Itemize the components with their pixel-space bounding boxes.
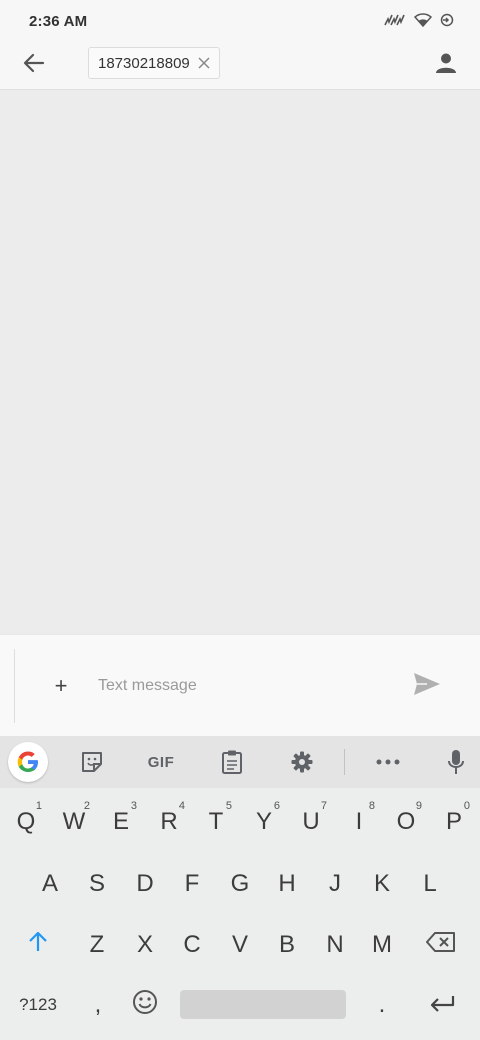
battery-saver-icon: [440, 13, 454, 32]
emoji-key[interactable]: [122, 980, 168, 1030]
key-d[interactable]: D: [121, 858, 169, 910]
key-f[interactable]: F: [168, 858, 216, 910]
key-p[interactable]: P0: [430, 796, 478, 848]
key-label: O: [396, 808, 416, 835]
key-l[interactable]: L: [406, 858, 454, 910]
key-s[interactable]: S: [73, 858, 121, 910]
key-hint: 8: [368, 800, 375, 812]
gif-button[interactable]: GIF: [138, 744, 184, 780]
key-u[interactable]: U7: [287, 796, 335, 848]
person-icon: [435, 52, 457, 79]
enter-icon: [429, 991, 455, 1019]
key-g[interactable]: G: [216, 858, 264, 910]
symbols-key[interactable]: ?123: [8, 980, 68, 1030]
key-label: P: [445, 808, 462, 835]
key-hint: 4: [178, 800, 185, 812]
key-hint: 5: [225, 800, 232, 812]
key-n[interactable]: N: [311, 919, 359, 971]
key-k[interactable]: K: [358, 858, 406, 910]
contact-button[interactable]: [426, 45, 466, 85]
key-z[interactable]: Z: [73, 919, 121, 971]
key-label: T: [208, 808, 224, 835]
key-r[interactable]: R4: [145, 796, 193, 848]
key-a[interactable]: A: [26, 858, 74, 910]
compose-bar: +: [0, 634, 480, 736]
message-list: [0, 91, 480, 634]
clipboard-icon[interactable]: [212, 744, 252, 780]
key-label: Y: [255, 808, 272, 835]
key-hint: 1: [35, 800, 42, 812]
backspace-key[interactable]: [414, 919, 468, 971]
space-bar[interactable]: [180, 990, 346, 1019]
key-x[interactable]: X: [121, 919, 169, 971]
remove-recipient-close-icon[interactable]: [198, 57, 210, 69]
key-hint: 6: [273, 800, 280, 812]
key-hint: 7: [320, 800, 327, 812]
enter-key[interactable]: [416, 980, 468, 1030]
key-hint: 0: [463, 800, 470, 812]
key-label: I: [355, 808, 363, 835]
key-j[interactable]: J: [311, 858, 359, 910]
status-time: 2:36 AM: [29, 13, 88, 30]
google-icon[interactable]: [8, 742, 48, 782]
microphone-icon[interactable]: [436, 744, 476, 780]
key-w[interactable]: W2: [50, 796, 98, 848]
key-e[interactable]: E3: [97, 796, 145, 848]
key-v[interactable]: V: [216, 919, 264, 971]
key-q[interactable]: Q1: [2, 796, 50, 848]
key-label: R: [160, 808, 178, 835]
more-icon[interactable]: [368, 744, 408, 780]
back-button[interactable]: [14, 45, 54, 85]
sticker-icon[interactable]: [72, 744, 112, 780]
conversation-header: 18730218809: [0, 40, 480, 90]
signal-icon: [384, 13, 406, 32]
send-icon: [413, 672, 441, 701]
backspace-icon: [426, 931, 456, 959]
message-input[interactable]: [98, 671, 388, 701]
gif-label: GIF: [147, 753, 175, 771]
keyboard-toolbar: GIF: [0, 736, 480, 788]
key-t[interactable]: T5: [192, 796, 240, 848]
key-label: Q: [16, 808, 36, 835]
key-hint: 9: [415, 800, 422, 812]
wifi-icon: [413, 13, 433, 32]
key-y[interactable]: Y6: [240, 796, 288, 848]
recipient-chip[interactable]: 18730218809: [88, 47, 220, 79]
key-label: E: [112, 808, 129, 835]
key-h[interactable]: H: [263, 858, 311, 910]
attach-button[interactable]: +: [48, 673, 74, 699]
key-m[interactable]: M: [358, 919, 406, 971]
gear-icon[interactable]: [282, 744, 322, 780]
send-button[interactable]: [408, 671, 446, 701]
period-key[interactable]: .: [358, 980, 406, 1030]
shift-arrow-icon: [28, 931, 48, 960]
key-hint: 2: [83, 800, 90, 812]
status-bar: 2:36 AM: [0, 0, 480, 40]
key-o[interactable]: O9: [382, 796, 430, 848]
keyboard: G I F Q 1 W 2 E 3 R 4 T 5 Y 6 U 7 I 8 O 9 …: [0, 736, 480, 1040]
key-c[interactable]: C: [168, 919, 216, 971]
comma-key[interactable]: ,: [76, 980, 120, 1030]
emoji-icon: [132, 989, 158, 1022]
key-i[interactable]: I8: [335, 796, 383, 848]
key-b[interactable]: B: [263, 919, 311, 971]
key-hint: 3: [130, 800, 137, 812]
recipient-number: 18730218809: [98, 54, 190, 72]
compose-divider: [14, 649, 15, 723]
status-icons: [384, 13, 454, 32]
shift-key[interactable]: [12, 919, 64, 971]
toolbar-divider: [344, 749, 345, 775]
key-label: W: [62, 808, 86, 835]
arrow-back-icon: [23, 53, 45, 78]
key-label: U: [302, 808, 320, 835]
